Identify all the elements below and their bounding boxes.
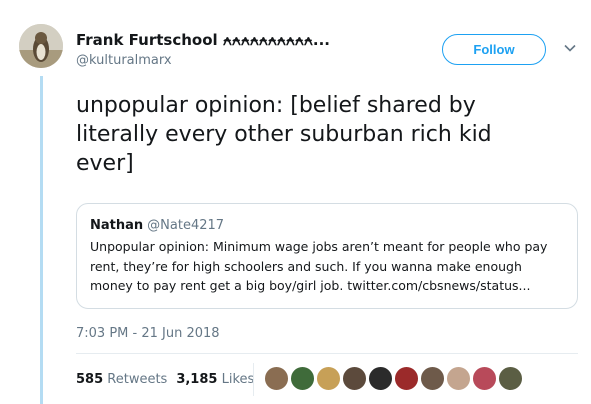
liker-avatar[interactable] <box>290 366 315 391</box>
liker-avatar[interactable] <box>420 366 445 391</box>
chevron-down-icon[interactable] <box>563 41 577 55</box>
liker-avatar[interactable] <box>264 366 289 391</box>
liker-avatar[interactable] <box>472 366 497 391</box>
liker-avatar[interactable] <box>446 366 471 391</box>
quoted-tweet[interactable]: Nathan @Nate4217 Unpopular opinion: Minim… <box>76 203 578 309</box>
avatar-image <box>19 24 63 68</box>
liker-avatar[interactable] <box>394 366 419 391</box>
quoted-tweet-handle: @Nate4217 <box>147 218 225 233</box>
stats-divider <box>253 363 254 396</box>
retweets-count: 585 <box>76 372 104 387</box>
tweet-stats: 585 Retweets 3,185 Likes <box>76 372 254 387</box>
user-avatar[interactable] <box>19 24 63 68</box>
likes-stat[interactable]: 3,185 Likes <box>176 372 254 387</box>
thread-line <box>40 76 43 404</box>
retweets-stat[interactable]: 585 Retweets <box>76 372 167 387</box>
user-handle[interactable]: @kulturalmarx <box>76 53 172 68</box>
liker-avatar[interactable] <box>368 366 393 391</box>
liker-avatar[interactable] <box>342 366 367 391</box>
tweet-text: unpopular opinion: [belief shared by lit… <box>76 93 492 176</box>
liker-avatar[interactable] <box>498 366 523 391</box>
follow-button[interactable]: Follow <box>442 34 546 65</box>
quoted-tweet-text: Unpopular opinion: Minimum wage jobs are… <box>90 239 548 293</box>
tweet-timestamp[interactable]: 7:03 PM - 21 Jun 2018 <box>76 326 220 341</box>
retweets-label: Retweets <box>107 372 168 387</box>
liker-avatar[interactable] <box>316 366 341 391</box>
quoted-tweet-header: Nathan @Nate4217 <box>90 218 564 233</box>
display-name[interactable]: Frank Furtschool ⍲⍲⍲⍲⍲⍲⍲⍲⍲⍲... <box>76 31 330 49</box>
quoted-tweet-author: Nathan <box>90 218 144 233</box>
divider <box>76 353 578 354</box>
liker-avatars <box>264 366 524 391</box>
likes-label: Likes <box>221 372 255 387</box>
likes-count: 3,185 <box>176 372 218 387</box>
